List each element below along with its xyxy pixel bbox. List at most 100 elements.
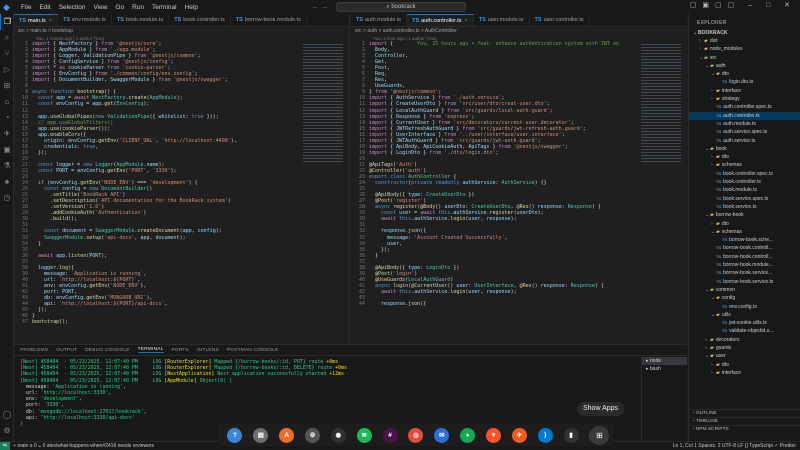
mongodb-icon[interactable]: ♠ (0, 174, 14, 190)
tree-folder[interactable]: ⌄▰ common (689, 286, 800, 294)
tree-folder[interactable]: › ▰ dto (689, 361, 800, 369)
tree-folder[interactable]: › ▰ dist (689, 37, 800, 45)
breadcrumb-right[interactable]: src > auth > auth.controller.ts > AuthCo… (351, 27, 687, 36)
tree-file[interactable]: TS jwt-cookie.utils.ts (689, 319, 800, 327)
npm-scripts-section[interactable]: › NPM SCRIPTS (689, 425, 800, 434)
tree-folder[interactable]: ⌄▰ user (689, 352, 800, 360)
terminal-output[interactable]: [Nest] 458404 - 05/23/2025, 12:07:40 PM … (20, 359, 640, 427)
tree-file[interactable]: TS login.dto.ts (689, 78, 800, 86)
menu-edit[interactable]: Edit (35, 4, 54, 11)
thunderbird-app-icon[interactable]: ✉ (434, 427, 450, 443)
status-problems-pr[interactable]: ⊗ 0 ⚠ 0 alex/what-happens-when#2416 need… (30, 443, 154, 449)
editor-tab[interactable]: TS borrow-book.module.ts (231, 14, 307, 26)
testing-icon[interactable]: ⚗ (0, 158, 14, 174)
tree-file[interactable]: TS auth.controller.spec.ts (689, 103, 800, 111)
tree-file[interactable]: TS auth.service.ts (689, 137, 800, 145)
help-app-icon[interactable]: ? (227, 427, 243, 443)
tree-file[interactable]: TS book.module.ts (689, 186, 800, 194)
tree-folder[interactable]: › ▰ dto (689, 220, 800, 228)
panel-tab[interactable]: GITLENS (197, 348, 219, 353)
tree-file[interactable]: TS book.controller.spec.ts (689, 170, 800, 178)
explorer-icon[interactable]: ❐ (0, 14, 14, 30)
mongodb-app-icon[interactable]: ♠ (460, 427, 476, 443)
panel-tab[interactable]: POSTMAN CONSOLE (227, 348, 279, 353)
menu-terminal[interactable]: Terminal (148, 4, 181, 11)
tree-file[interactable]: TS borrow-book.service.ts (689, 278, 800, 286)
obs-app-icon[interactable]: ◉ (330, 427, 346, 443)
menu-go[interactable]: Go (111, 4, 128, 11)
code-area-left[interactable]: 1 import { NestFactory } from '@nestjs/co… (14, 41, 349, 325)
tree-file[interactable]: TS borrow-book.sche... (689, 236, 800, 244)
panel-tab[interactable]: DEBUG CONSOLE (85, 348, 129, 353)
menu-run[interactable]: Run (128, 4, 148, 11)
tree-file[interactable]: TS validate-objectid.u... (689, 327, 800, 335)
tree-file[interactable]: TS book.service.spec.ts (689, 195, 800, 203)
files-app-icon[interactable]: ▤ (253, 427, 269, 443)
tree-file[interactable]: TS book.controller.ts (689, 178, 800, 186)
panel-tab[interactable]: OUTPUT (56, 348, 77, 353)
breadcrumb-left[interactable]: src > main.ts > bootstrap (14, 27, 349, 36)
gitlens-icon[interactable]: ◔ (0, 110, 14, 126)
search-icon[interactable]: ⌕ (0, 30, 14, 46)
panel-tab[interactable]: PROBLEMS (20, 348, 48, 353)
tree-folder[interactable]: ⌄▰ dto (689, 70, 800, 78)
minimap-right[interactable] (641, 44, 681, 164)
menu-view[interactable]: View (89, 4, 111, 11)
tree-folder[interactable]: › ▰ interface (689, 369, 800, 377)
tree-file[interactable]: TS auth.module.ts (689, 120, 800, 128)
editor-tab[interactable]: TS user.controller.ts (530, 14, 590, 26)
postman-icon[interactable]: ✈ (0, 126, 14, 142)
tweaks-app-icon[interactable]: ⚙ (305, 427, 320, 443)
menu-file[interactable]: File (17, 4, 35, 11)
editor-tab[interactable]: TS main.ts × (14, 14, 58, 26)
tree-file[interactable]: TS auth.service.spec.ts (689, 128, 800, 136)
tree-file[interactable]: TS borrow-book.controll... (689, 253, 800, 261)
chrome-app-icon[interactable]: ◎ (408, 427, 424, 443)
docker-icon[interactable]: ▣ (0, 142, 14, 158)
remote-icon[interactable]: ⌂ (0, 94, 14, 110)
command-center-search[interactable]: ⌕ bookrack (336, 2, 466, 12)
show-apps-button[interactable]: ⊞ (590, 426, 609, 445)
run-debug-icon[interactable]: ▷ (0, 62, 14, 78)
menu-selection[interactable]: Selection (55, 4, 90, 11)
tree-folder[interactable]: ⌄▰ book (689, 145, 800, 153)
nav-arrows-icon[interactable]: ← → (312, 4, 328, 11)
editor-tab[interactable]: TS auth.controller.ts × (407, 14, 474, 26)
editor-tab[interactable]: TS auth.module.ts (351, 14, 408, 26)
postman-app-icon[interactable]: ✈ (511, 427, 527, 443)
tree-folder[interactable]: › ▰ interface (689, 87, 800, 95)
git-branch[interactable]: main (17, 443, 28, 449)
panel-tab[interactable]: TERMINAL (137, 347, 164, 353)
account-icon[interactable]: ◯ (0, 407, 14, 423)
tree-file[interactable]: TS book.service.ts (689, 203, 800, 211)
tree-folder[interactable]: ⌄▰ utils (689, 311, 800, 319)
terminal-instance[interactable]: ▸ bash (642, 365, 687, 373)
terminal-instance[interactable]: ▸ node (642, 357, 687, 365)
tree-folder[interactable]: ⌄▰ config (689, 294, 800, 302)
timeline-icon[interactable]: ◷ (0, 190, 14, 206)
minimap-left[interactable] (303, 44, 343, 164)
editor-tab[interactable]: TS env.module.ts (58, 14, 112, 26)
editor-tab[interactable]: TS book.module.ts (112, 14, 170, 26)
tree-file[interactable]: TS borrow-book.controll... (689, 244, 800, 252)
brave-app-icon[interactable]: ▼ (486, 427, 502, 443)
status-right[interactable]: Ln 1, Col 1 Spaces: 2 UTF-8 LF {} TypeSc… (673, 442, 796, 450)
tree-folder[interactable]: › ▰ decorators (689, 336, 800, 344)
tree-folder[interactable]: ⌄▰ borrow-book (689, 211, 800, 219)
close-icon[interactable]: × (49, 18, 52, 24)
extensions-icon[interactable]: ⊞ (0, 78, 14, 94)
menu-help[interactable]: Help (181, 4, 202, 11)
tree-folder[interactable]: › ▰ guards (689, 344, 800, 352)
explorer-root-folder[interactable]: ⌄BOOKRACK (689, 29, 800, 37)
tree-file[interactable]: TS borrow-book.module... (689, 261, 800, 269)
tree-file[interactable]: TS env.config.ts (689, 303, 800, 311)
slack-app-icon[interactable]: # (382, 427, 398, 443)
code-area-right[interactable]: 1 import { You, 15 hours ago • feat: enha… (351, 41, 687, 307)
window-controls-icon[interactable]: ▢▣▢▢ – □ ✕ (690, 1, 796, 9)
vscode-app-icon[interactable]: ⟩ (537, 427, 553, 443)
tree-file[interactable]: TS borrow-book.service... (689, 269, 800, 277)
editor-tab[interactable]: TS user.module.ts (474, 14, 530, 26)
status-left[interactable]: ⑂ main ⊗ 0 ⚠ 0 alex/what-happens-when#24… (13, 442, 154, 450)
terminal-app-icon[interactable]: ▮ (563, 427, 579, 443)
software-app-icon[interactable]: A (279, 427, 295, 443)
